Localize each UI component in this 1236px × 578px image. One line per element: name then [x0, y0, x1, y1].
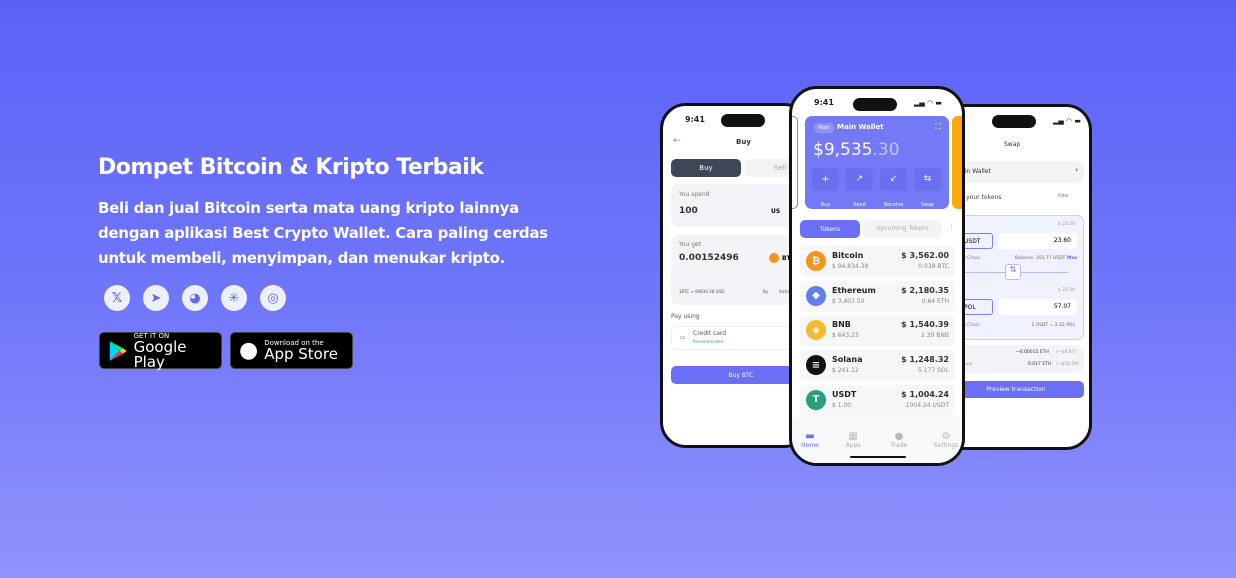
swap-direction-icon[interactable]: ⇅	[1005, 264, 1021, 280]
status-icons: ▂▄ ◠ ▬	[1053, 117, 1081, 125]
usdt-icon: T	[806, 389, 826, 410]
nav-apps[interactable]: ▦ Apps	[835, 431, 871, 449]
instagram-icon[interactable]: ◎	[260, 285, 286, 311]
token-amount: 5.177 SOL	[918, 367, 949, 375]
wallet-card: Main Main Wallet ⛶ $9,535.30 + Buy ↗ Send …	[805, 116, 949, 209]
buy-action[interactable]: + Buy	[812, 168, 839, 210]
receive-action[interactable]: ↙ Receive	[880, 168, 907, 210]
store-badges: GET IT ON Google Play ● Download on the Ap…	[99, 332, 353, 369]
card-icon: ▭	[680, 334, 686, 341]
more-icon[interactable]: ⋮	[948, 223, 955, 231]
token-amount: 0.038 BTC	[918, 263, 949, 270]
token-row[interactable]: ◆ Ethereum $ 3,407.50 $ 2,180.35 0.64 ET…	[800, 280, 955, 312]
next-wallet-card[interactable]	[952, 116, 962, 209]
status-icons: ▂▄ ◠ ▬	[914, 99, 942, 107]
linktree-icon[interactable]: ✳	[221, 285, 247, 311]
balance: $9,535.30	[813, 140, 900, 160]
notch	[992, 115, 1036, 128]
filter-button[interactable]: Filter	[1058, 194, 1069, 199]
currency-select[interactable]: US	[771, 208, 780, 215]
to-amount-input[interactable]: 57.07	[999, 299, 1077, 315]
arrow-up-right-icon: ↗	[846, 168, 873, 191]
token-price: $ 1.00	[832, 401, 852, 409]
nav-settings[interactable]: ⚙ Settings	[928, 431, 962, 449]
home-indicator	[850, 456, 906, 458]
tab-upcoming-tokens[interactable]: Upcoming Tokens	[863, 220, 942, 238]
token-value: $ 3,562.00	[901, 251, 949, 260]
hero-description: Beli dan jual Bitcoin serta mata uang kr…	[98, 199, 548, 267]
ethereum-icon: ◆	[806, 285, 826, 306]
token-amount: 2.39 BNB	[921, 332, 949, 340]
token-name: Bitcoin	[832, 251, 864, 260]
fee-summary: Fee ~0.00015 ETH (~$0.47) Balance 0.017 …	[948, 345, 1084, 373]
apps-icon: ▦	[848, 431, 858, 442]
home-icon: ▬	[805, 431, 815, 442]
hero-title: Dompet Bitcoin & Kripto Terbaik	[98, 155, 484, 180]
social-links: 𝕏 ➤ ◕ ✳ ◎	[104, 285, 286, 311]
tab-buy[interactable]: Buy	[671, 159, 741, 177]
token-price: $ 241.12	[832, 367, 859, 375]
x-icon[interactable]: 𝕏	[104, 285, 130, 311]
app-store-button[interactable]: ● Download on the App Store	[230, 332, 353, 369]
preview-transaction-button[interactable]: Preview transaction	[948, 381, 1084, 398]
google-play-icon	[109, 340, 127, 361]
token-row[interactable]: ₿ Bitcoin $ 94,834.38 $ 3,562.00 0.038 B…	[800, 246, 955, 277]
telegram-icon[interactable]: ➤	[143, 285, 169, 311]
token-price: $ 643.23	[832, 332, 859, 340]
back-arrow-icon[interactable]: ←	[673, 136, 681, 146]
swap-icon: ⇆	[914, 168, 941, 191]
wallet-actions: + Buy ↗ Send ↙ Receive ⇆ Swap	[812, 168, 941, 210]
arrow-down-left-icon: ↙	[880, 168, 907, 191]
solana-icon: ≡	[806, 355, 826, 376]
token-name: Ethereum	[832, 285, 876, 295]
bitcoin-icon: ₿	[806, 251, 826, 271]
max-button[interactable]: Max	[1067, 256, 1077, 261]
token-row[interactable]: ◈ BNB $ 643.23 $ 1,540.39 2.39 BNB	[800, 315, 955, 347]
chevron-right-icon: ›	[1075, 166, 1078, 174]
plus-icon: +	[812, 168, 839, 191]
token-name: Solana	[832, 355, 863, 365]
google-play-button[interactable]: GET IT ON Google Play	[99, 332, 222, 369]
buy-phone: 9:41 ← Buy Buy Sell You spend 100 US You…	[660, 103, 810, 448]
token-row[interactable]: ≡ Solana $ 241.12 $ 1,248.32 5.177 SOL	[800, 350, 955, 382]
spend-input[interactable]: 100	[679, 206, 698, 216]
token-row[interactable]: T USDT $ 1.00 $ 1,004.24 1004.24 USDT	[800, 384, 955, 416]
tab-tokens[interactable]: Tokens	[800, 220, 860, 238]
token-name: BNB	[832, 320, 851, 330]
token-value: $ 1,004.24	[901, 389, 949, 399]
swap-panel: $ 23.50 USDT 23.60 Main Chain Balance: 1…	[948, 215, 1084, 340]
token-amount: 1004.24 USDT	[905, 401, 949, 409]
trade-icon: ●	[894, 431, 904, 442]
discord-icon[interactable]: ◕	[182, 285, 208, 311]
swap-action[interactable]: ⇆ Swap	[914, 168, 941, 210]
bitcoin-icon	[769, 253, 779, 263]
apple-icon: ●	[239, 338, 259, 363]
token-price: $ 3,407.50	[832, 297, 865, 305]
token-name: USDT	[832, 389, 857, 399]
wallet-phone: 9:41 ▂▄ ◠ ▬ Main Main Wallet ⛶ $9,535.30…	[789, 86, 965, 466]
token-value: $ 2,180.35	[901, 285, 949, 295]
wallet-selector[interactable]: Main Wallet ›	[948, 161, 1084, 183]
settings-icon: ⚙	[941, 431, 951, 442]
notch	[853, 98, 897, 111]
send-action[interactable]: ↗ Send	[846, 168, 873, 210]
bnb-icon: ◈	[806, 320, 826, 341]
scan-icon[interactable]: ⛶	[935, 122, 941, 132]
nav-trade[interactable]: ● Trade	[881, 431, 917, 449]
token-price: $ 94,834.38	[832, 263, 869, 270]
nav-home[interactable]: ▬ Home	[792, 431, 828, 449]
token-value: $ 1,540.39	[901, 320, 949, 330]
hero: Dompet Bitcoin & Kripto Terbaik Beli dan…	[98, 155, 558, 271]
token-amount: 0.64 ETH	[921, 297, 949, 305]
token-value: $ 1,248.32	[901, 355, 949, 365]
notch	[721, 114, 765, 127]
from-amount-input[interactable]: 23.60	[999, 233, 1077, 249]
